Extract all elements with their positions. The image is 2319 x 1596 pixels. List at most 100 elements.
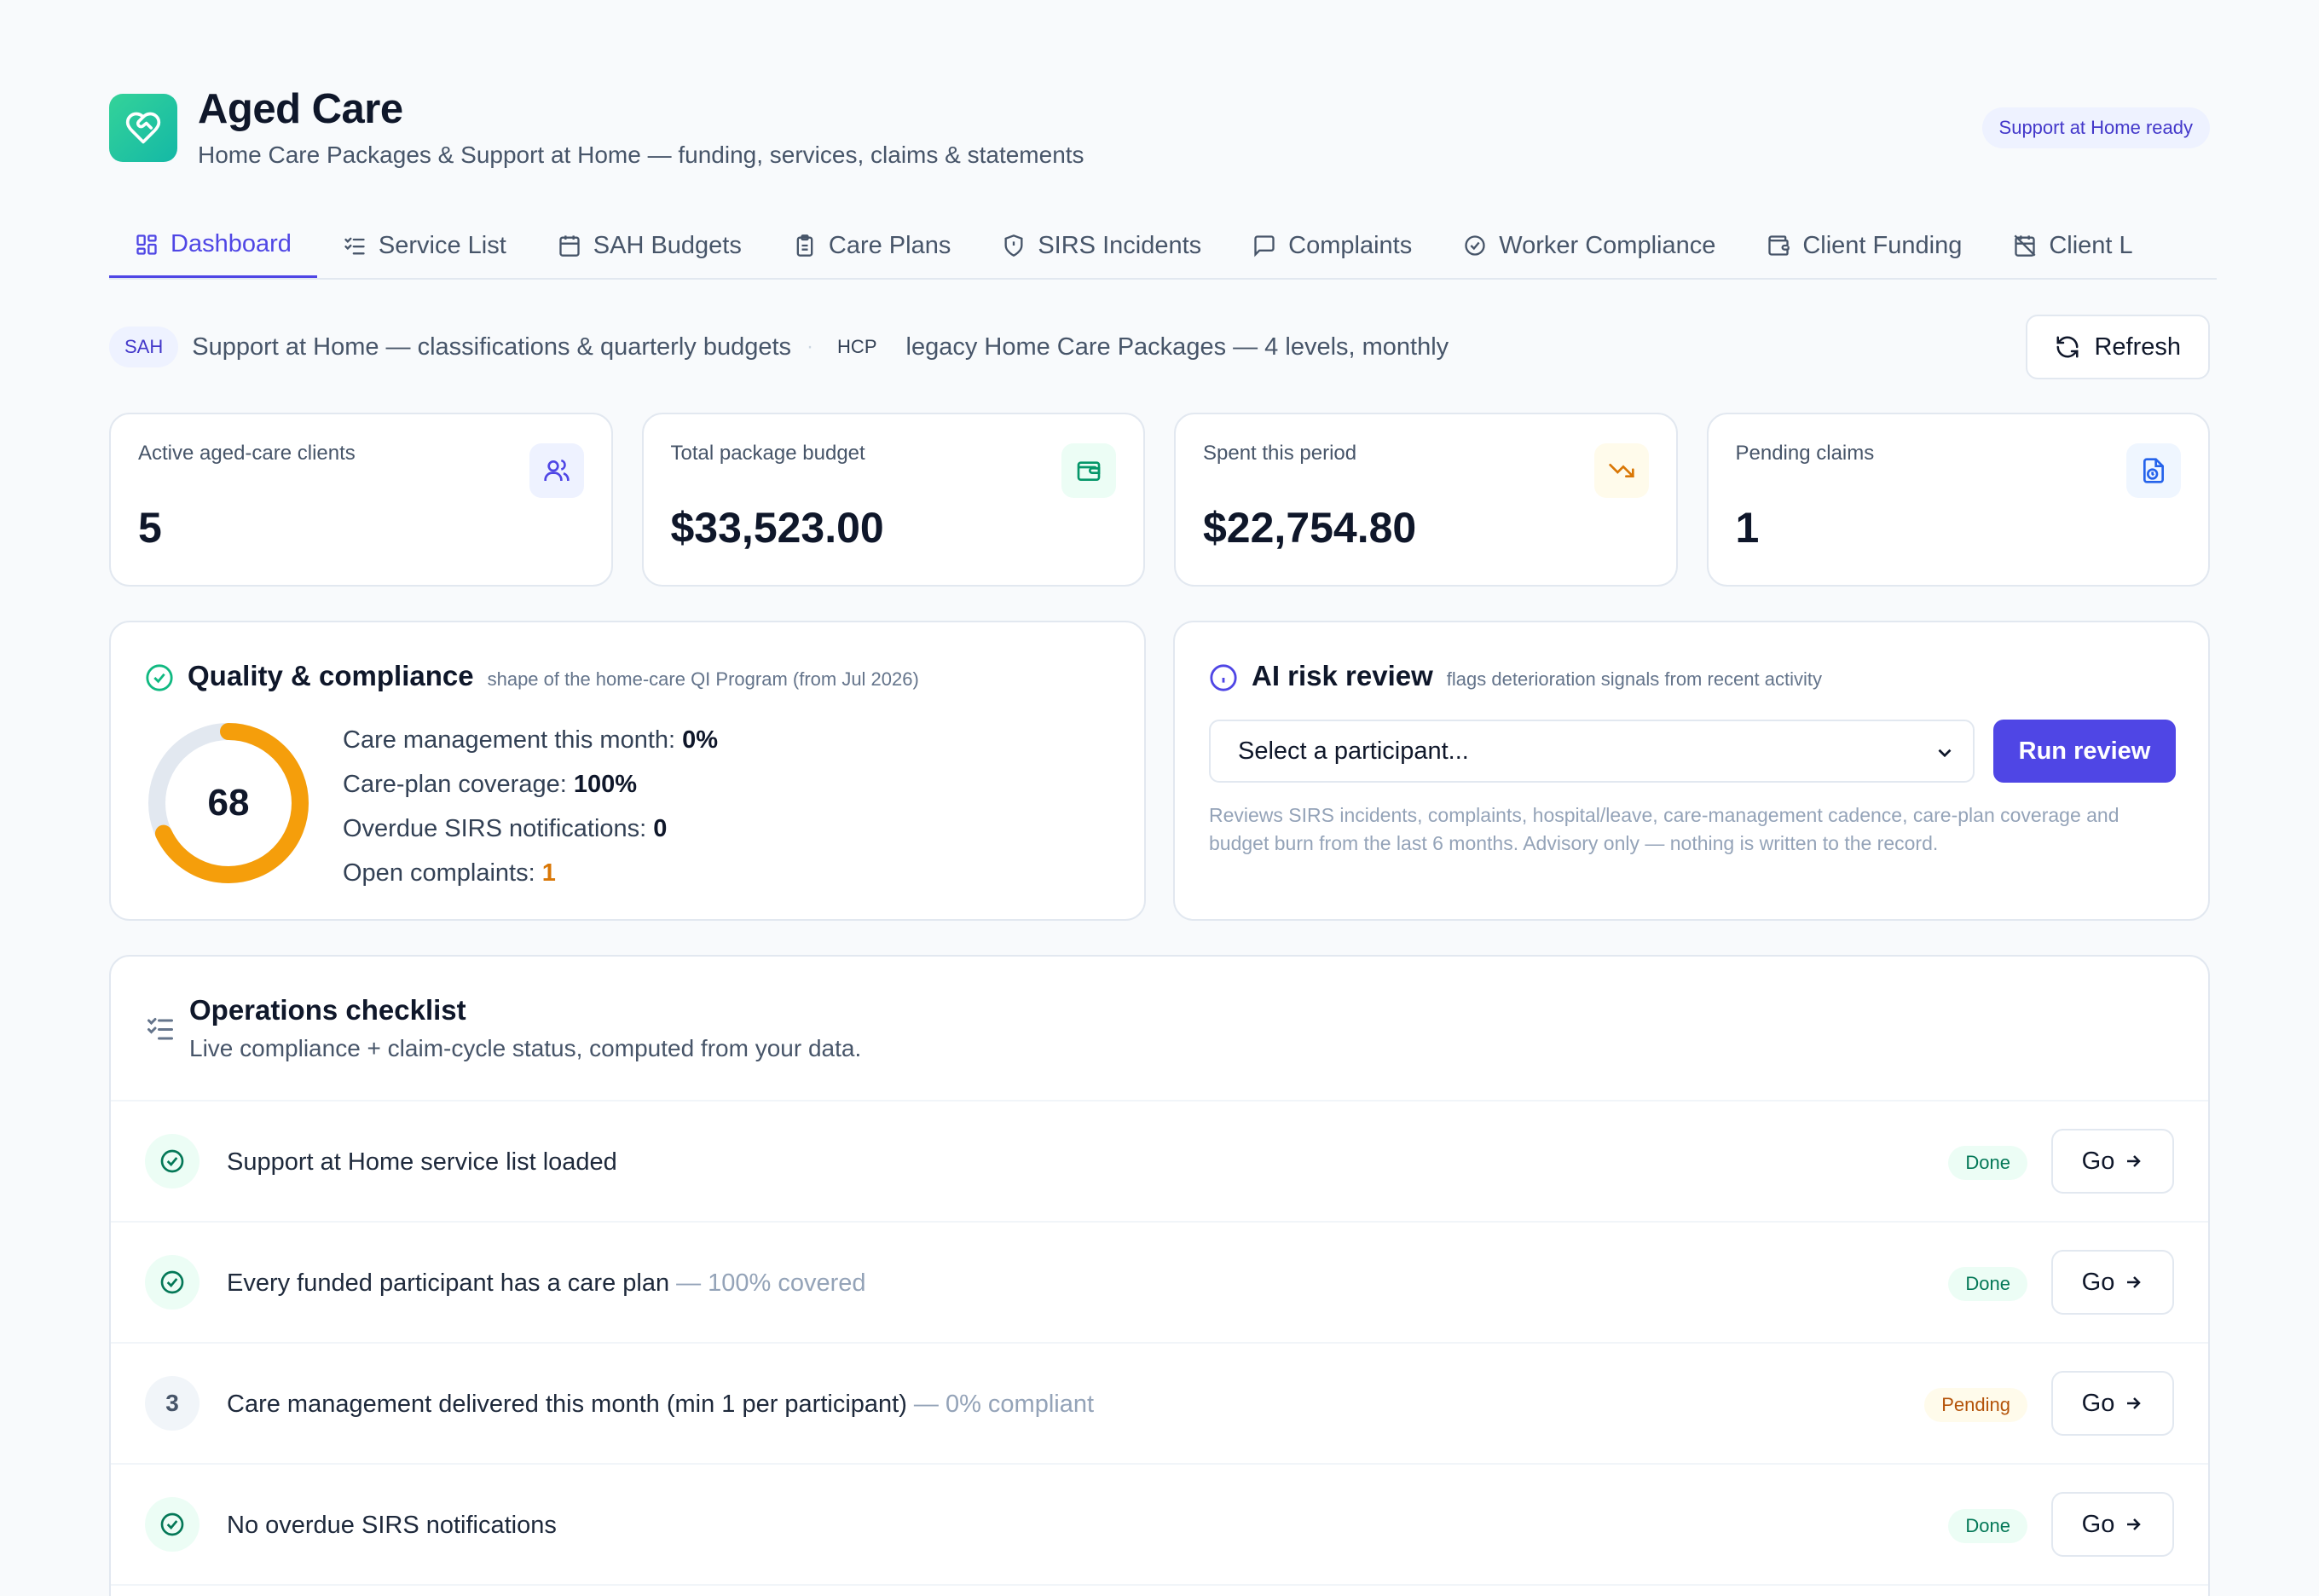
- tab-label: Worker Compliance: [1499, 231, 1716, 259]
- list-check-icon: [147, 1018, 173, 1040]
- tab-label: Client Funding: [1802, 231, 1963, 259]
- arrow-right-icon: [2127, 1397, 2142, 1409]
- check-circle-icon: [145, 1134, 200, 1188]
- check-circle-icon: [146, 664, 173, 691]
- check-circle-icon: [145, 1255, 200, 1310]
- go-button[interactable]: Go: [2051, 1371, 2174, 1436]
- quality-subtitle: shape of the home-care QI Program (from …: [487, 668, 919, 690]
- step-number: 3: [145, 1376, 200, 1431]
- quality-score-value: 68: [207, 782, 250, 824]
- message-icon: [1254, 235, 1275, 257]
- refresh-label: Refresh: [2094, 332, 2181, 361]
- checklist-header: Operations checklist Live compliance + c…: [111, 957, 2208, 1102]
- shield-icon: [1004, 234, 1023, 257]
- checklist-row: No overdue SIRS notifications Done Go: [111, 1465, 2208, 1586]
- stat-card-spent: Spent this period $22,754.80: [1174, 413, 1678, 587]
- tab-label: Care Plans: [828, 231, 951, 259]
- app-subtitle: Home Care Packages & Support at Home — f…: [198, 142, 1084, 168]
- checklist-item-text: Care management delivered this month (mi…: [227, 1390, 1095, 1418]
- tab-label: Client L: [2049, 231, 2133, 259]
- stat-value: $33,523.00: [670, 504, 884, 552]
- ai-header: AI risk review flags deterioration signa…: [1252, 660, 1822, 692]
- stat-value: $22,754.80: [1203, 504, 1417, 552]
- quality-metrics: Care management this month: 0% Care-plan…: [343, 718, 718, 895]
- ai-review-note: Reviews SIRS incidents, complaints, hosp…: [1209, 804, 2119, 854]
- program-legend: SAH Support at Home — classifications & …: [109, 315, 2210, 379]
- participant-select-value: Select a participant...: [1238, 737, 1469, 765]
- quality-compliance-panel: Quality & compliance shape of the home-c…: [109, 621, 1146, 921]
- support-at-home-badge: Support at Home ready: [1981, 107, 2210, 148]
- ai-risk-review-panel: AI risk review flags deterioration signa…: [1173, 621, 2210, 921]
- checklist-item-text: Every funded participant has a care plan…: [227, 1269, 866, 1297]
- tab-label: Service List: [378, 231, 506, 259]
- file-clock-icon: [2126, 443, 2181, 498]
- clipboard-icon: [796, 234, 813, 257]
- go-button[interactable]: Go: [2051, 1492, 2174, 1557]
- arrow-right-icon: [2127, 1518, 2142, 1530]
- arrow-right-icon: [2127, 1276, 2142, 1288]
- stat-cards: Active aged-care clients 5 Total package…: [109, 413, 2210, 587]
- go-button[interactable]: Go: [2051, 1250, 2174, 1315]
- check-badge-icon: [1465, 235, 1485, 256]
- tab-complaints[interactable]: Complaints: [1227, 213, 1437, 278]
- ai-subtitle: flags deterioration signals from recent …: [1446, 668, 1822, 690]
- checklist-row: Support at Home service list loaded Done…: [111, 1102, 2208, 1223]
- checklist-item-text: Support at Home service list loaded: [227, 1148, 617, 1176]
- stat-label: Total package budget: [670, 442, 865, 465]
- calendar-icon: [559, 235, 580, 257]
- tab-label: SAH Budgets: [593, 231, 742, 259]
- status-badge: Pending: [1924, 1388, 2027, 1422]
- stat-label: Active aged-care clients: [138, 442, 356, 465]
- stat-value: 5: [138, 504, 162, 552]
- heart-handshake-icon: [109, 94, 177, 162]
- ai-title: AI risk review: [1252, 660, 1433, 691]
- tab-care-plans[interactable]: Care Plans: [767, 213, 976, 278]
- trending-down-icon: [1593, 443, 1649, 498]
- participant-select[interactable]: Select a participant...: [1209, 720, 1975, 783]
- tab-client-l[interactable]: Client L: [1987, 213, 2158, 278]
- tab-worker-compliance[interactable]: Worker Compliance: [1437, 213, 1741, 278]
- arrow-right-icon: [2127, 1155, 2142, 1167]
- users-icon: [529, 443, 584, 498]
- tab-bar: Dashboard Service List SAH Budgets Care …: [109, 213, 2217, 280]
- stat-label: Spent this period: [1203, 442, 1357, 465]
- checklist-subtitle: Live compliance + claim-cycle status, co…: [189, 1035, 862, 1061]
- tab-sah-budgets[interactable]: SAH Budgets: [532, 213, 767, 278]
- sah-tag: SAH: [109, 327, 179, 367]
- stat-card-total-budget: Total package budget $33,523.00: [641, 413, 1145, 587]
- refresh-icon: [2056, 336, 2079, 358]
- checklist-title: Operations checklist: [189, 994, 466, 1026]
- go-button[interactable]: Go: [2051, 1129, 2174, 1194]
- checklist-item-text: No overdue SIRS notifications: [227, 1511, 557, 1539]
- metric-care-management: Care management this month: 0%: [343, 726, 719, 754]
- status-badge: Done: [1948, 1267, 2027, 1301]
- chevron-down-icon: [1938, 749, 1952, 758]
- run-review-button[interactable]: Run review: [1993, 720, 2176, 783]
- app-title: Aged Care: [198, 86, 403, 132]
- tab-service-list[interactable]: Service List: [317, 213, 532, 278]
- status-badge: Done: [1948, 1509, 2027, 1543]
- wallet-icon: [1768, 235, 1790, 256]
- legend-separator: ·: [807, 335, 814, 358]
- quality-header: Quality & compliance shape of the home-c…: [188, 660, 919, 692]
- sah-description: Support at Home — classifications & quar…: [192, 332, 792, 361]
- calendar-off-icon: [2014, 234, 2036, 257]
- list-check-icon: [344, 237, 365, 255]
- checklist-row: 3 Care management delivered this month (…: [111, 1344, 2208, 1465]
- tab-sirs-incidents[interactable]: SIRS Incidents: [976, 213, 1227, 278]
- page: Aged Care Home Care Packages & Support a…: [0, 0, 2319, 1596]
- refresh-button[interactable]: Refresh: [2026, 315, 2210, 379]
- tab-client-funding[interactable]: Client Funding: [1741, 213, 1987, 278]
- info-icon: [1210, 664, 1237, 691]
- stat-label: Pending claims: [1735, 442, 1875, 465]
- metric-overdue-sirs: Overdue SIRS notifications: 0: [343, 815, 668, 842]
- stat-card-pending-claims: Pending claims 1: [1706, 413, 2210, 587]
- tab-label: Dashboard: [171, 230, 292, 257]
- hcp-tag: HCP: [837, 336, 877, 357]
- metric-care-plan-coverage: Care-plan coverage: 100%: [343, 771, 637, 798]
- hcp-description: legacy Home Care Packages — 4 levels, mo…: [905, 332, 1449, 361]
- tab-label: Complaints: [1288, 231, 1413, 259]
- operations-checklist: Operations checklist Live compliance + c…: [109, 955, 2210, 1596]
- tab-dashboard[interactable]: Dashboard: [109, 213, 317, 278]
- status-badge: Done: [1948, 1146, 2027, 1180]
